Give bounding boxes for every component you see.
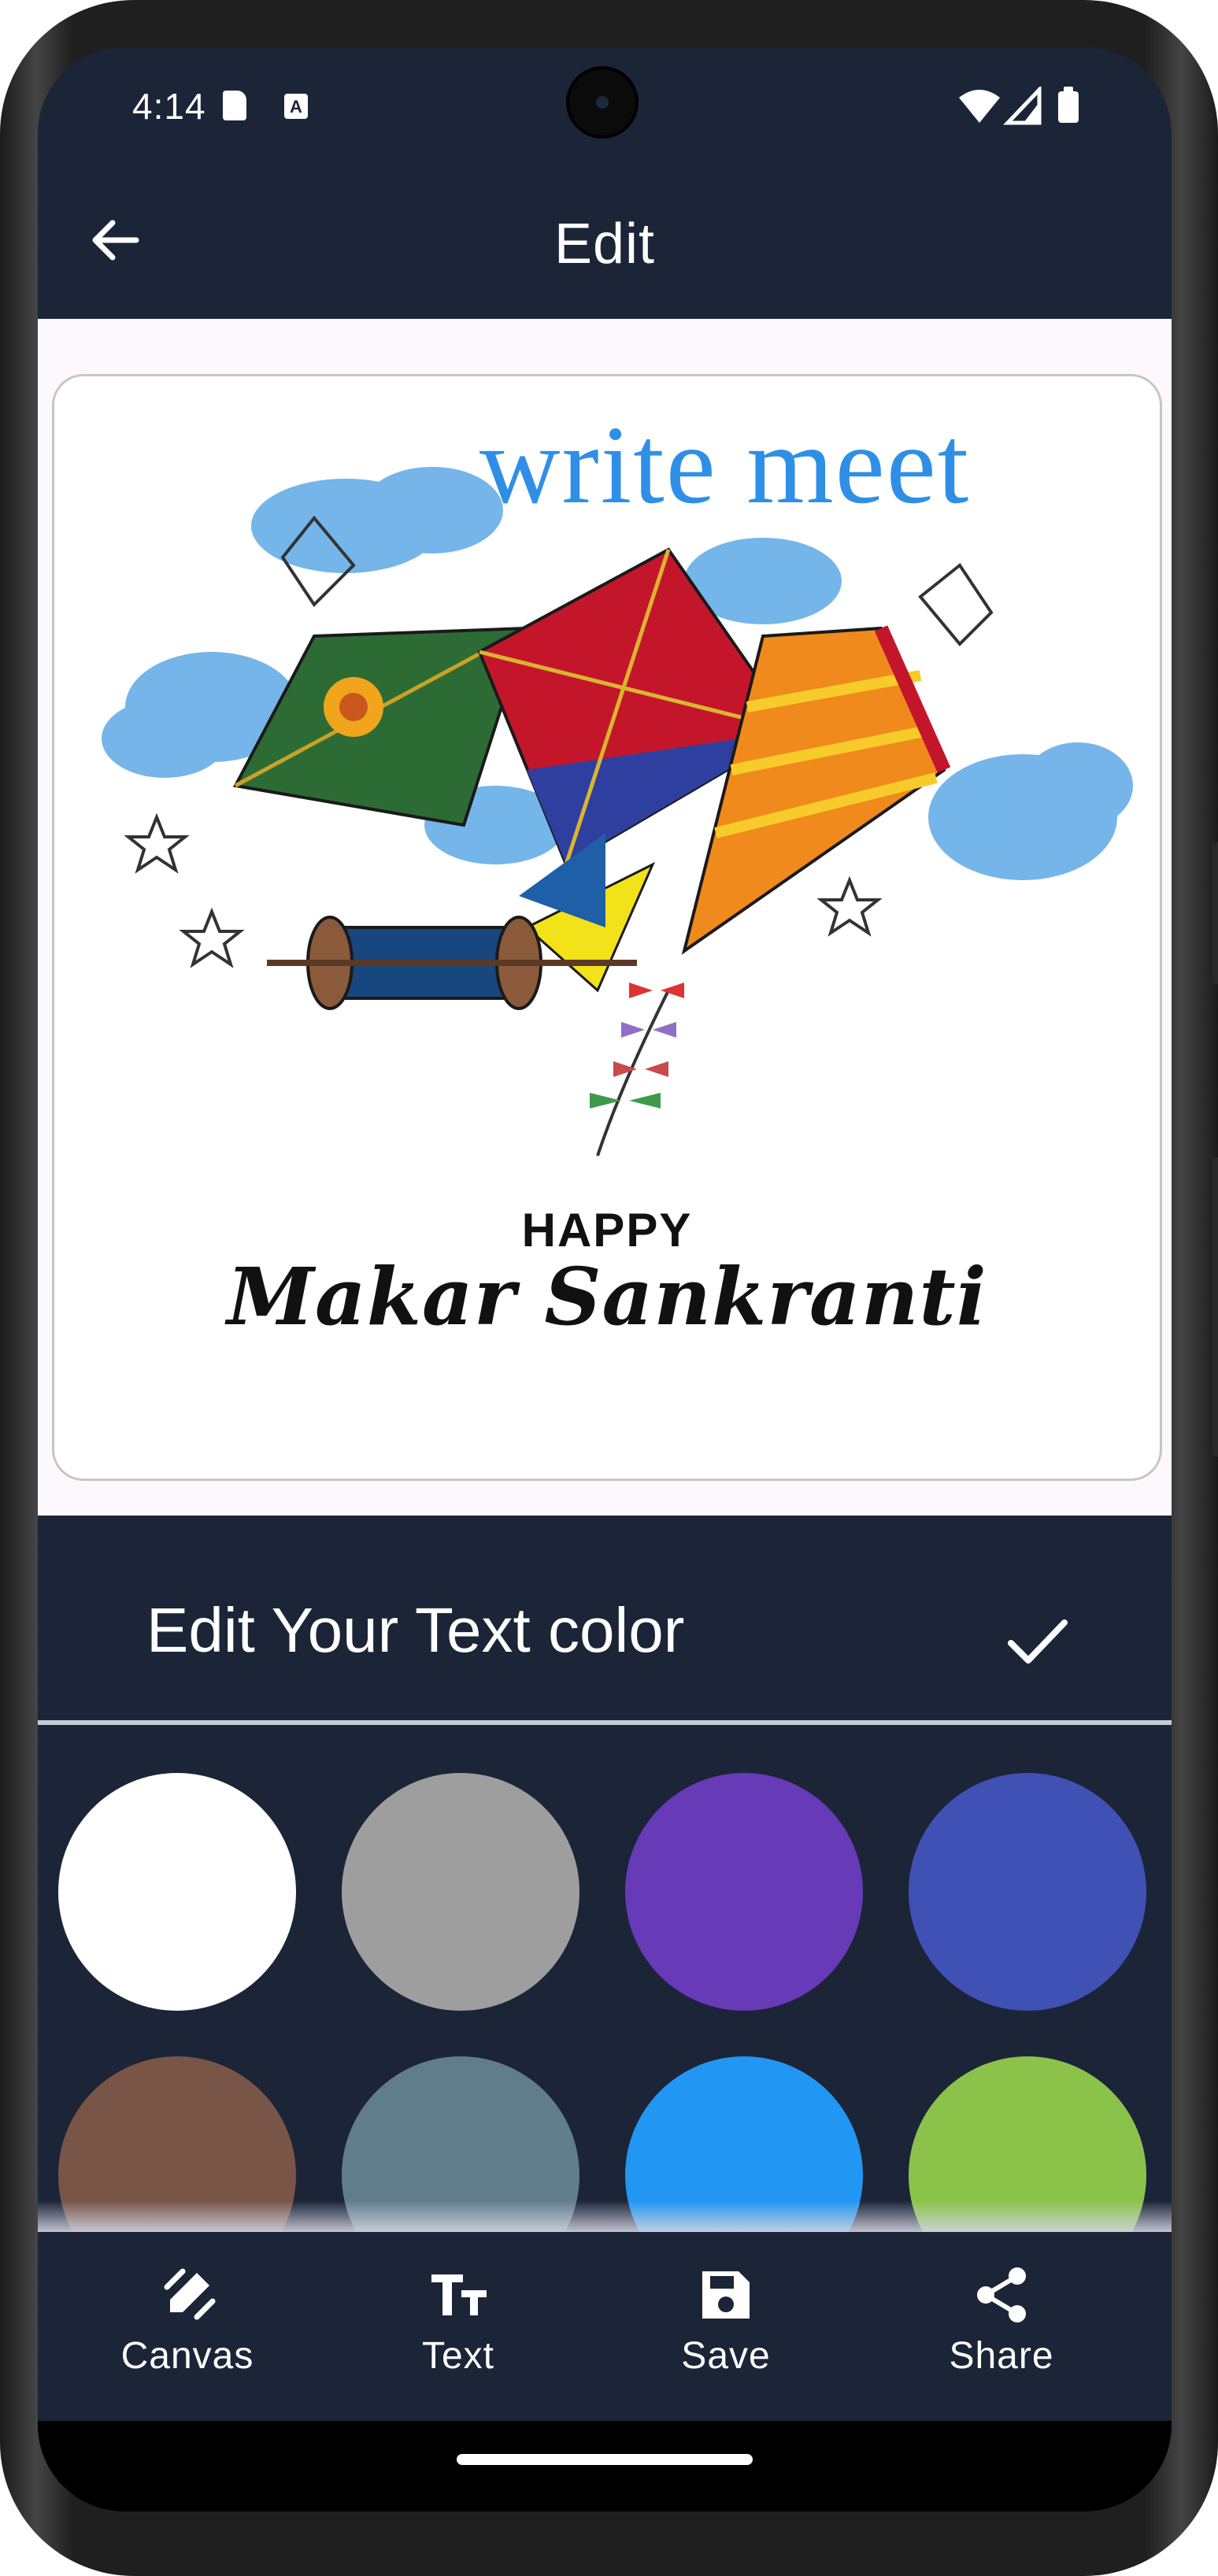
status-time: 4:14: [132, 86, 206, 127]
nav-text[interactable]: Text: [356, 2263, 561, 2397]
scroll-fade: [38, 2200, 1172, 2232]
battery-icon: [1058, 91, 1079, 123]
sheet-title: Edit Your Text color: [146, 1595, 685, 1665]
confirm-button[interactable]: [998, 1602, 1077, 1681]
check-icon: [1008, 1619, 1068, 1664]
editor-content: write meet HAPPY Makar Sankranti: [38, 319, 1172, 1516]
color-swatch-grey[interactable]: [342, 1773, 579, 2011]
phone-frame: 4:14 A Edit write meet HAPPY Makar Sankr…: [0, 0, 1218, 2576]
brush-icon: [164, 2268, 216, 2320]
page-title: Edit: [553, 213, 656, 276]
text-color-sheet: Edit Your Text color: [38, 1547, 1172, 2232]
wifi-icon: [959, 90, 1000, 123]
a-icon: A: [284, 94, 308, 119]
sd-card-icon: [223, 91, 246, 120]
color-swatch-white[interactable]: [58, 1773, 296, 2011]
nav-canvas-label: Canvas: [120, 2335, 254, 2377]
nav-save-label: Save: [681, 2335, 771, 2377]
color-swatch-deep-purple[interactable]: [625, 1773, 863, 2011]
color-swatch-indigo[interactable]: [909, 1773, 1146, 2011]
system-status-icons: [959, 87, 1079, 125]
gesture-navigation-area: [38, 2421, 1172, 2511]
volume-button: [1212, 842, 1218, 984]
save-icon: [702, 2271, 750, 2319]
overlay-text[interactable]: write meet: [479, 400, 970, 529]
nav-save[interactable]: Save: [624, 2263, 828, 2397]
front-camera: [569, 69, 635, 135]
greeting-line2: Makar Sankranti: [227, 1250, 987, 1343]
power-button: [1212, 1157, 1218, 1456]
sheet-divider: [38, 1720, 1172, 1725]
screen: 4:14 A Edit write meet HAPPY Makar Sankr…: [38, 47, 1172, 2511]
home-indicator[interactable]: [457, 2454, 753, 2465]
share-icon: [977, 2267, 1026, 2322]
nav-share[interactable]: Share: [899, 2263, 1104, 2397]
nav-share-label: Share: [949, 2335, 1054, 2377]
greeting-card-canvas[interactable]: write meet HAPPY Makar Sankranti: [52, 374, 1162, 1481]
bottom-navigation: Canvas Text Save Share: [38, 2232, 1172, 2421]
status-bar: 4:14 A: [38, 47, 1172, 169]
greeting-line1: HAPPY: [521, 1204, 693, 1257]
nav-text-label: Text: [421, 2335, 495, 2377]
app-bar: Edit: [38, 169, 1172, 319]
nav-canvas[interactable]: Canvas: [85, 2263, 290, 2397]
text-size-icon: [431, 2274, 487, 2315]
